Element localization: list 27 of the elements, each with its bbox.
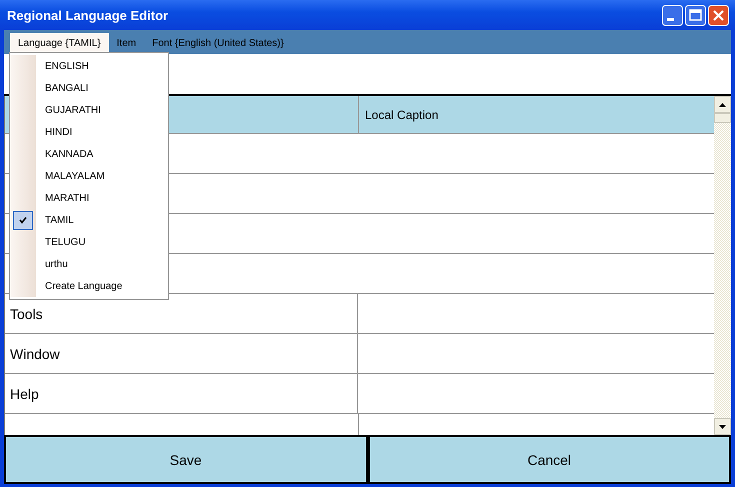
menu-entry[interactable]: KANNADA [10, 143, 168, 165]
close-icon[interactable] [708, 4, 729, 26]
menu-entry[interactable]: MARATHI [10, 187, 168, 209]
action-button[interactable]: Save [4, 435, 368, 484]
menu-entry[interactable]: Create Language [10, 275, 168, 297]
table-cell: Window [5, 334, 358, 373]
menu-entry[interactable]: HINDI [10, 121, 168, 143]
minimize-icon[interactable] [662, 4, 683, 26]
menu-item[interactable]: Font {English (United States)} [144, 33, 292, 54]
scrollbar[interactable] [714, 96, 731, 435]
menu-entry[interactable]: TELUGU [10, 231, 168, 253]
maximize-icon[interactable] [685, 4, 706, 26]
menu-entry[interactable]: GUJARATHI [10, 99, 168, 121]
column-header: Local Caption [359, 96, 714, 134]
menu-entry[interactable]: MALAYALAM [10, 165, 168, 187]
menu-entry[interactable]: ENGLISH [10, 55, 168, 77]
menu-item[interactable]: Item [108, 33, 144, 54]
menu-entry[interactable]: BANGALI [10, 77, 168, 99]
menu-entry[interactable]: TAMIL [10, 209, 168, 231]
action-button[interactable]: Cancel [368, 435, 731, 484]
scroll-up-icon[interactable] [714, 96, 731, 113]
menu-entry[interactable]: urthu [10, 253, 168, 275]
scroll-down-icon[interactable] [714, 418, 731, 435]
scroll-thumb[interactable] [714, 113, 731, 123]
table-cell: Help [5, 374, 358, 413]
menu-item[interactable]: Language {TAMIL} [10, 33, 109, 54]
window-title: Regional Language Editor [7, 8, 168, 22]
